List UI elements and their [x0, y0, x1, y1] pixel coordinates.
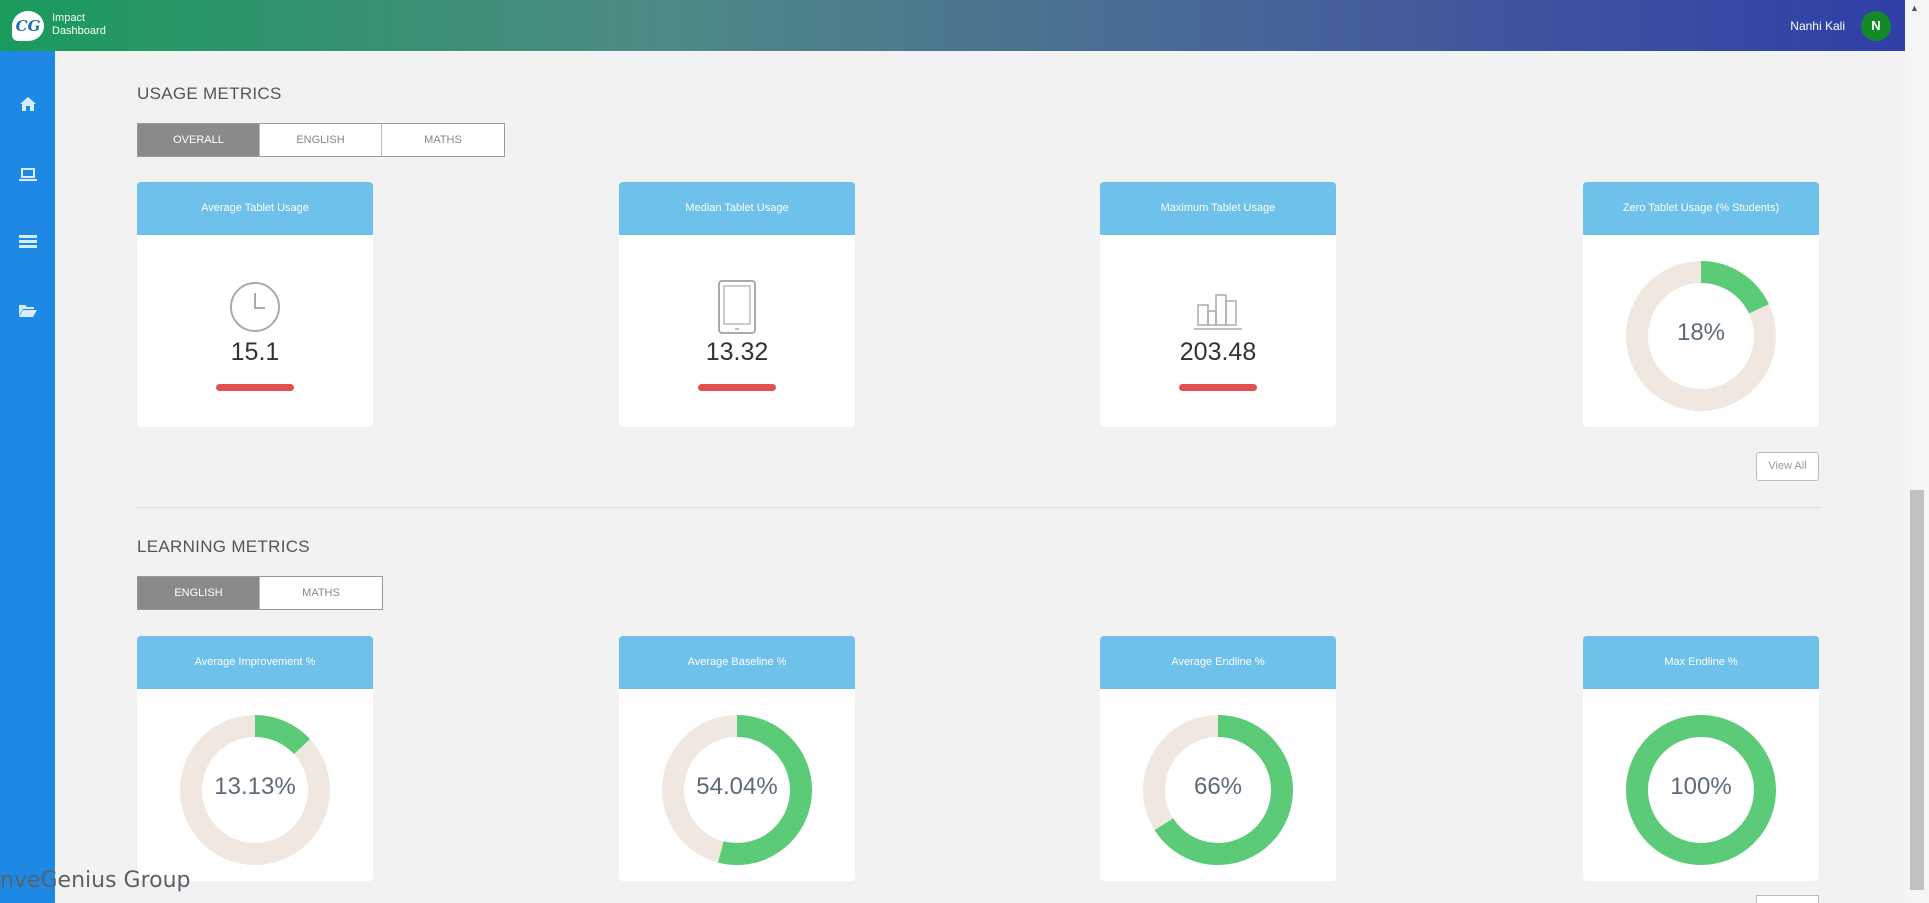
- card-title: Average Baseline %: [619, 636, 855, 689]
- metric-value: 13.32: [705, 338, 769, 366]
- list-icon[interactable]: [0, 234, 55, 255]
- card-title: Maximum Tablet Usage: [1100, 182, 1336, 235]
- maximum-tablet-usage-card: Maximum Tablet Usage 203.48: [1100, 182, 1336, 427]
- app-title: Impact Dashboard: [52, 12, 106, 37]
- folder-open-icon[interactable]: [0, 302, 55, 323]
- median-tablet-usage-card: Median Tablet Usage 13.32: [619, 182, 855, 427]
- avatar[interactable]: N: [1861, 11, 1891, 41]
- average-tablet-usage-card: Average Tablet Usage 15.1: [137, 182, 373, 427]
- donut-value: 66%: [1193, 773, 1243, 800]
- average-baseline-card: Average Baseline % 54.04%: [619, 636, 855, 881]
- donut-value: 100%: [1670, 773, 1732, 800]
- section-divider: [137, 507, 1820, 508]
- card-title: Max Endline %: [1583, 636, 1819, 689]
- tab-maths[interactable]: MATHS: [260, 577, 382, 609]
- logo[interactable]: CG: [12, 11, 44, 41]
- donut-value: 13.13%: [214, 773, 296, 800]
- card-title: Average Tablet Usage: [137, 182, 373, 235]
- metric-value: 15.1: [230, 338, 280, 366]
- sidebar: [0, 51, 55, 903]
- donut-value: 54.04%: [696, 773, 778, 800]
- value-underline: [1179, 384, 1257, 391]
- max-endline-card: Max Endline % 100%: [1583, 636, 1819, 881]
- clock-icon: [230, 282, 280, 332]
- learning-tabs: ENGLISH MATHS: [137, 576, 383, 610]
- card-title: Average Improvement %: [137, 636, 373, 689]
- value-underline: [216, 384, 294, 391]
- user-name[interactable]: Nanhi Kali: [1790, 19, 1845, 33]
- view-all-button[interactable]: View All: [1756, 452, 1819, 481]
- usage-metrics-title: USAGE METRICS: [137, 84, 282, 103]
- value-underline: [698, 384, 776, 391]
- card-title: Zero Tablet Usage (% Students): [1583, 182, 1819, 235]
- scrollbar[interactable]: ▲: [1905, 0, 1929, 903]
- card-title: Median Tablet Usage: [619, 182, 855, 235]
- average-endline-card: Average Endline % 66%: [1100, 636, 1336, 881]
- usage-tabs: OVERALL ENGLISH MATHS: [137, 123, 505, 157]
- zero-tablet-usage-card: Zero Tablet Usage (% Students) 18%: [1583, 182, 1819, 427]
- view-all-button-partial[interactable]: [1756, 895, 1819, 903]
- tablet-icon: [718, 280, 756, 334]
- scroll-up-icon[interactable]: ▲: [1910, 3, 1919, 13]
- bar-chart-icon: [1194, 294, 1242, 330]
- top-bar: CG Impact Dashboard Nanhi Kali N: [0, 0, 1905, 51]
- average-improvement-card: Average Improvement % 13.13%: [137, 636, 373, 881]
- tab-maths[interactable]: MATHS: [382, 124, 504, 156]
- watermark-text: nveGenius Group: [0, 868, 191, 893]
- tab-overall[interactable]: OVERALL: [138, 124, 260, 156]
- donut-value: 18%: [1676, 319, 1726, 346]
- tab-english[interactable]: ENGLISH: [260, 124, 382, 156]
- scroll-thumb[interactable]: [1910, 490, 1924, 890]
- learning-metrics-title: LEARNING METRICS: [137, 537, 310, 556]
- home-icon[interactable]: [0, 96, 55, 117]
- card-title: Average Endline %: [1100, 636, 1336, 689]
- tab-english[interactable]: ENGLISH: [138, 577, 260, 609]
- laptop-icon[interactable]: [0, 166, 55, 187]
- metric-value: 203.48: [1179, 338, 1257, 366]
